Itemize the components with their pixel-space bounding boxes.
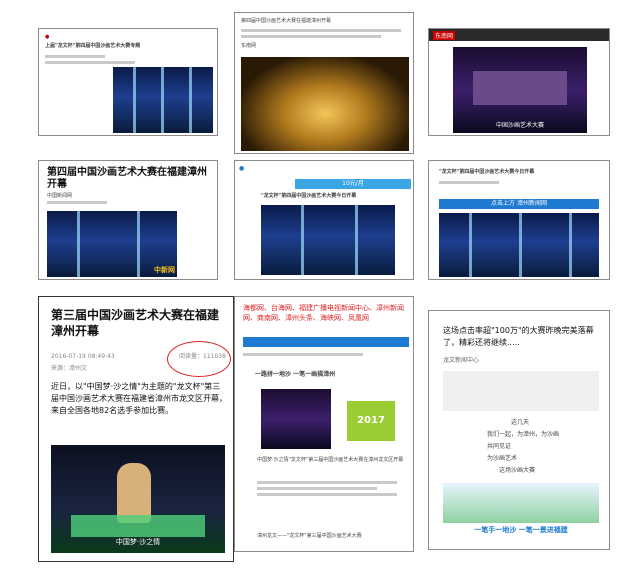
card-title: "龙文杯"第四届中国沙画艺术大赛今日开幕 <box>439 169 535 175</box>
photo-placeholder <box>443 371 599 411</box>
card-credit: 东南网 <box>241 43 257 49</box>
poem-line: 这几天 <box>511 419 530 426</box>
card-meta: 中国新闻网 <box>47 193 73 199</box>
poem-line: 共同见证 <box>487 443 512 450</box>
article-card-7[interactable]: 第三届中国沙画艺术大赛在福建漳州开幕 2016-07-19 08:49:43 阅… <box>38 296 234 562</box>
photo-caption: 中国梦·沙之情"龙文杯"第三届中国沙画艺术大赛在漳州龙文区开幕 <box>257 457 404 463</box>
stage-photo <box>113 67 213 133</box>
card-text: 第四届中国沙画艺术大赛在福建漳州开幕 <box>241 18 332 24</box>
year-badge: 2017 <box>347 401 395 441</box>
headline: 一路拼一地沙 一笔一画描漳州 <box>255 371 336 378</box>
site-logo: ● <box>239 165 245 172</box>
stage-photo: 中新网 <box>47 211 177 277</box>
stage-photo <box>439 213 599 277</box>
green-banner <box>443 483 599 523</box>
card-title: "龙文杯"第四届中国沙画艺术大赛今日开幕 <box>261 193 357 199</box>
sand-photo <box>241 57 409 151</box>
article-photo: 中国梦·沙之情 <box>51 445 225 553</box>
article-body: 近日，以"中国梦·沙之情"为主题的"龙文杯"第三届中国沙画艺术大赛在福建省漳州市… <box>51 382 227 415</box>
article-source: 龙文新闻中心 <box>443 357 480 364</box>
article-card-6[interactable]: "龙文杯"第四届中国沙画艺术大赛今日开幕 点击上方 漳州新闻网 <box>428 160 610 280</box>
article-photo <box>261 389 331 449</box>
card-footer: 一笔手一地沙 一笔一景进福建 <box>474 526 568 534</box>
poem-line: 为沙画艺术 <box>487 455 518 462</box>
article-title: 第三届中国沙画艺术大赛在福建漳州开幕 <box>51 308 220 338</box>
article-card-1[interactable]: ● 上届"龙文杯"第四届中国沙画艺术大赛专题 <box>38 28 218 136</box>
ad-banner: 10元/月 <box>295 179 411 189</box>
stage-photo: 中国沙画艺术大赛 <box>453 47 587 133</box>
article-title: 这场点击率超"100万"的大赛昨晚完美落幕了，精彩还将继续..... <box>443 326 594 347</box>
poem-line: 这场沙画大赛 <box>499 467 536 474</box>
site-logo: 东南网 <box>433 31 456 40</box>
article-card-3[interactable]: 东南网 中国沙画艺术大赛 <box>428 28 610 136</box>
card-title: 第四届中国沙画艺术大赛在福建漳州开幕 <box>47 167 207 190</box>
media-list: 海都网、台海网、福建广播电视新闻中心、漳州新闻网、商南网、漳州头条、海峡网、凤凰… <box>243 304 404 322</box>
stage-photo <box>261 205 395 275</box>
article-card-8[interactable]: 海都网、台海网、福建广播电视新闻中心、漳州新闻网、商南网、漳州头条、海峡网、凤凰… <box>234 296 414 552</box>
article-card-5[interactable]: ● 10元/月 "龙文杯"第四届中国沙画艺术大赛今日开幕 <box>234 160 414 280</box>
card-title: 上届"龙文杯"第四届中国沙画艺术大赛专题 <box>45 43 141 49</box>
card-source: ● <box>45 34 50 40</box>
article-card-9[interactable]: 这场点击率超"100万"的大赛昨晚完美落幕了，精彩还将继续..... 龙文新闻中… <box>428 310 610 550</box>
poem-line: 我们一起，为漳州，为沙画 <box>487 431 560 438</box>
highlight-circle <box>167 341 231 377</box>
article-card-2[interactable]: 第四届中国沙画艺术大赛在福建漳州开幕 东南网 <box>234 12 414 154</box>
article-source: 来源：漳州文 <box>51 365 88 372</box>
article-card-4[interactable]: 第四届中国沙画艺术大赛在福建漳州开幕 中国新闻网 中新网 <box>38 160 218 280</box>
article-date: 2016-07-19 08:49:43 <box>51 353 115 360</box>
follow-banner: 点击上方 漳州新闻网 <box>439 199 599 209</box>
card-footer: 漳州龙文——"龙文杯"第三届中国沙画艺术大赛 <box>257 533 362 539</box>
